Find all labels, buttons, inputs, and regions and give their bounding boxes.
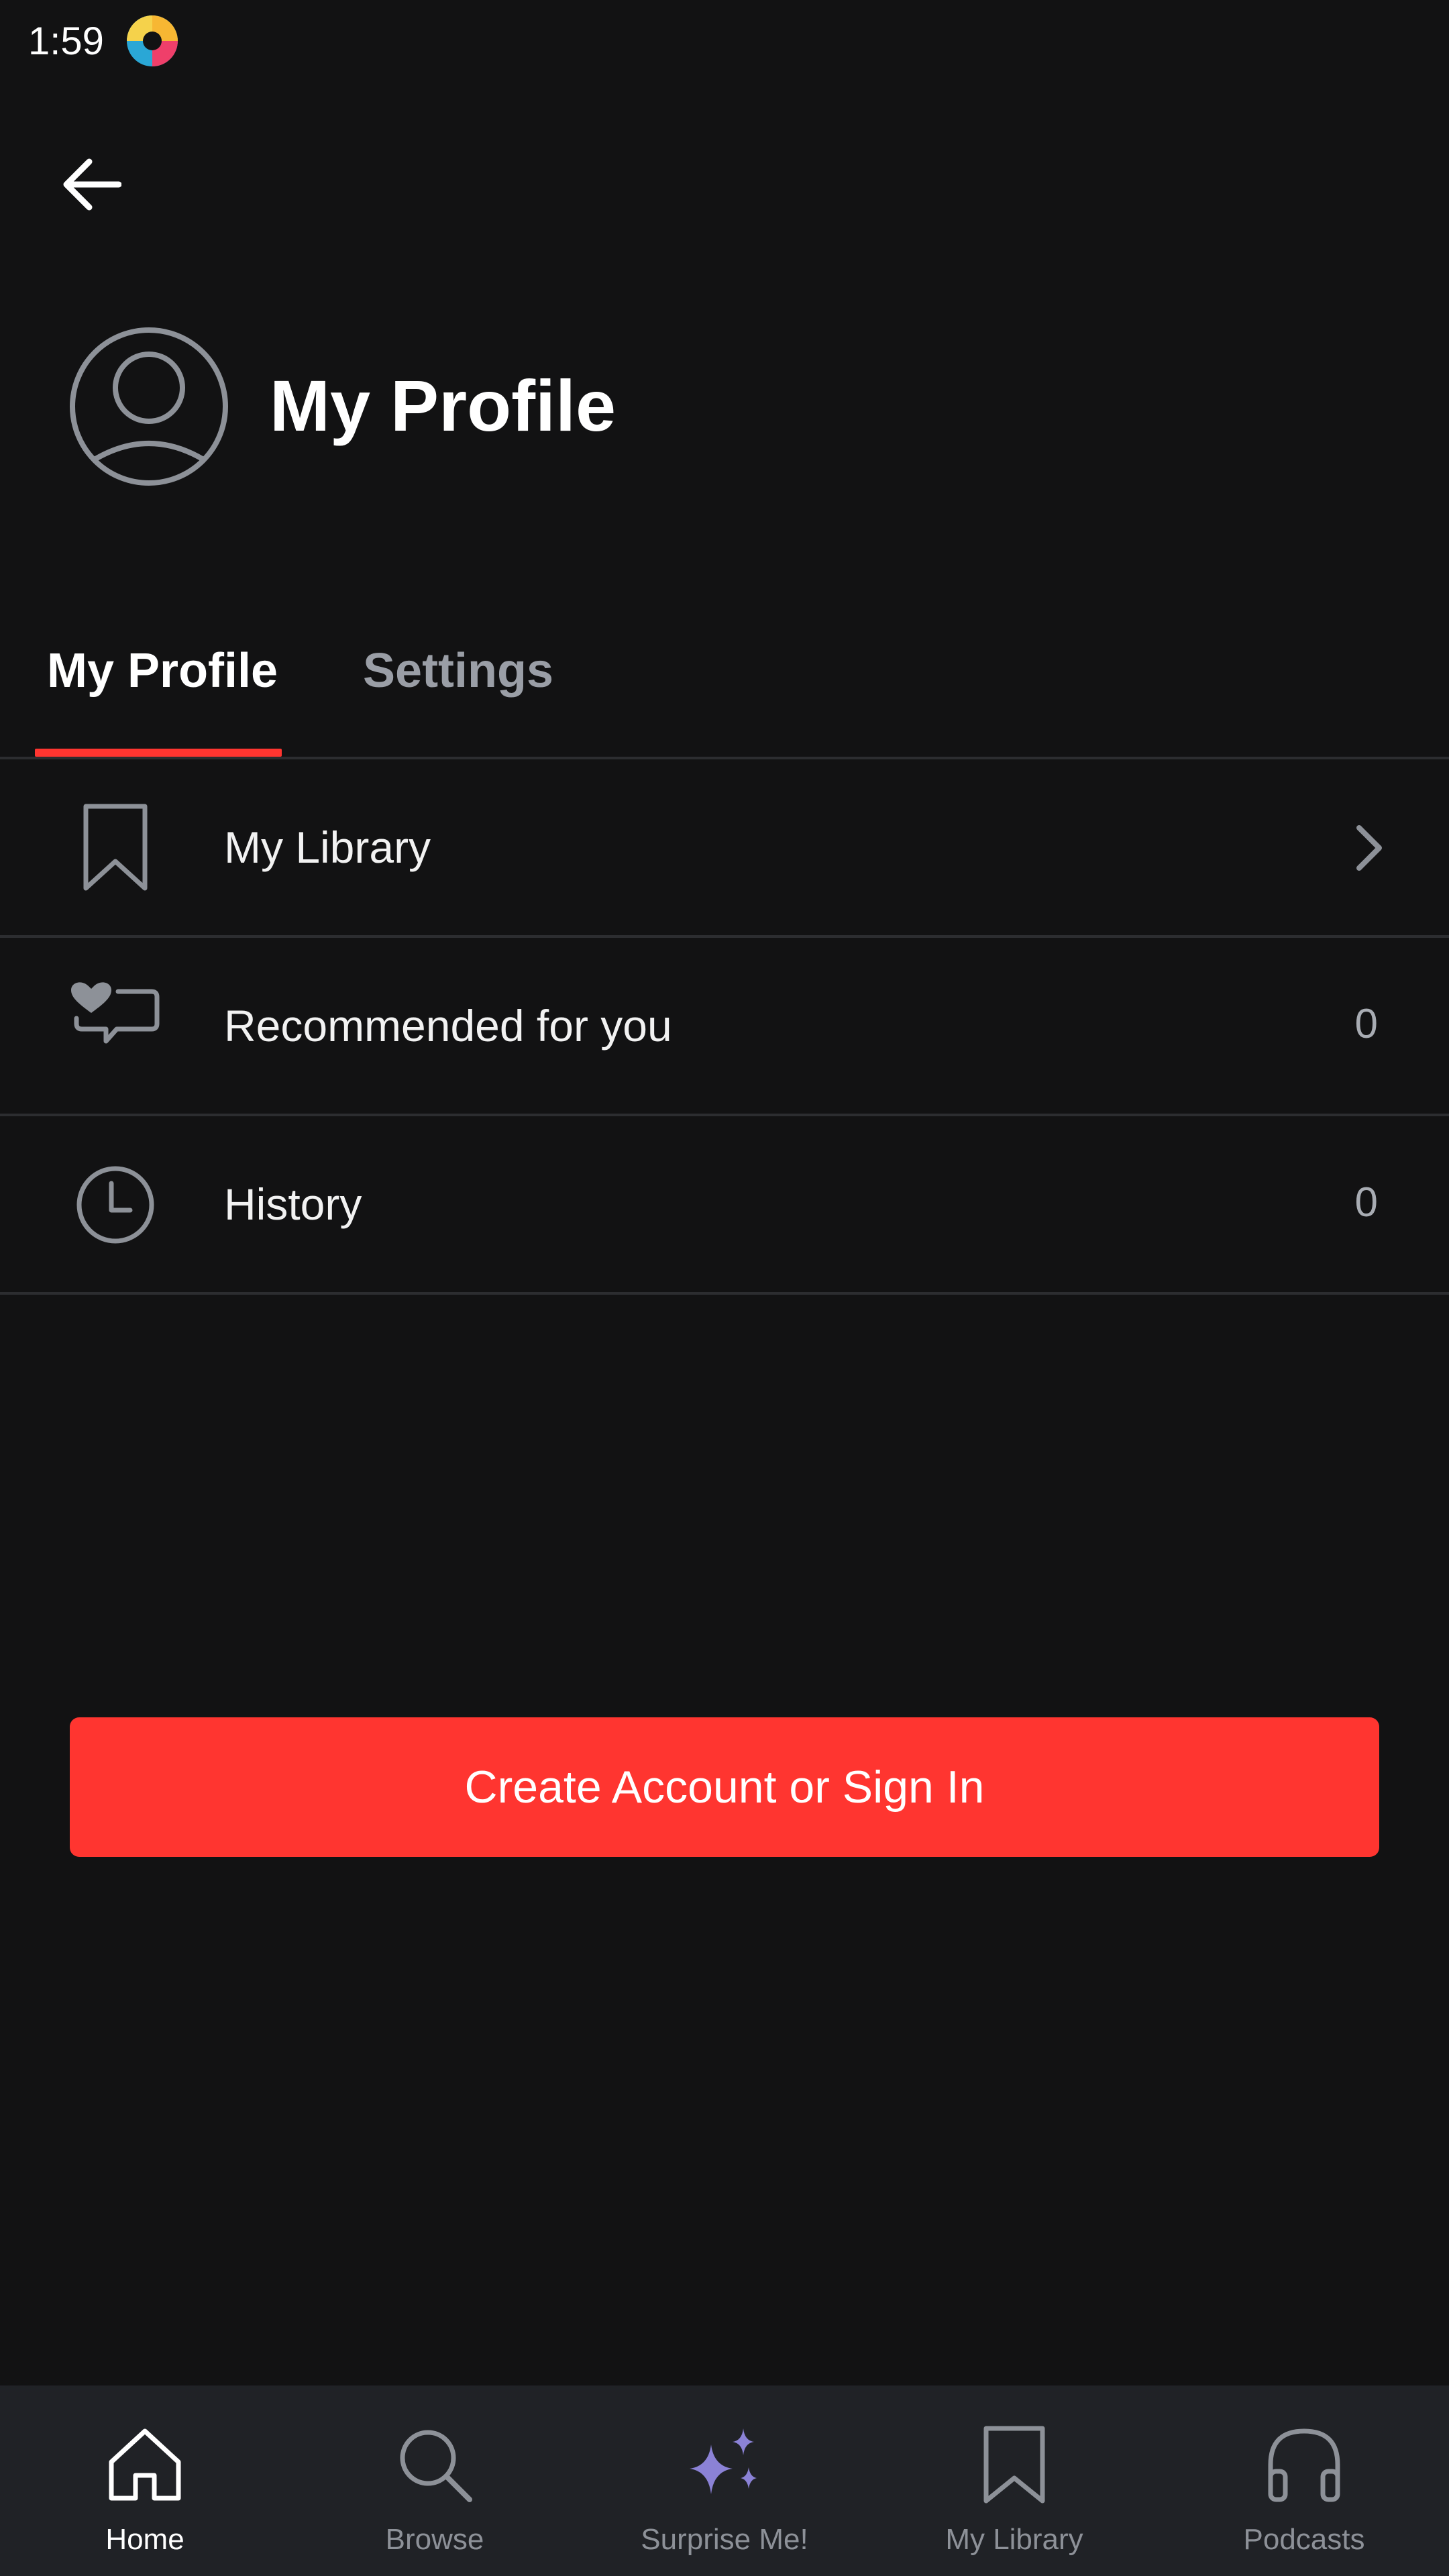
back-button[interactable] [47,141,134,228]
user-avatar-icon [68,326,229,487]
nav-label: Surprise Me! [641,2523,808,2556]
list-item-label: My Library [224,822,431,872]
heart-chat-icon [67,978,164,1075]
chevron-right-icon [1344,821,1391,875]
page-title: My Profile [270,365,616,446]
tab-settings[interactable]: Settings [363,637,553,704]
status-time: 1:59 [28,19,104,63]
create-account-button[interactable]: Create Account or Sign In [70,1717,1379,1857]
list-item-label: Recommended for you [224,1001,672,1051]
bookmark-icon [974,2424,1055,2505]
nav-home[interactable]: Home [0,2385,290,2576]
list-item-label: History [224,1179,362,1229]
recommended-count: 0 [1354,1001,1378,1047]
list-item-my-library[interactable]: My Library [0,759,1449,935]
home-icon [105,2424,185,2505]
nav-surprise-me[interactable]: Surprise Me! [580,2385,869,2576]
nav-my-library[interactable]: My Library [869,2385,1159,2576]
nav-label: Home [105,2523,184,2556]
clock-icon [67,1157,164,1253]
colorful-app-icon [125,13,180,68]
bottom-nav: Home Browse Surprise Me! My Library Podc… [0,2385,1449,2576]
nav-label: Podcasts [1243,2523,1365,2556]
search-icon [394,2424,475,2505]
bookmark-icon [67,800,164,896]
list-item-history[interactable]: History 0 [0,1116,1449,1292]
nav-podcasts[interactable]: Podcasts [1159,2385,1449,2576]
active-tab-indicator [35,749,282,757]
arrow-left-icon [63,158,121,211]
tab-my-profile[interactable]: My Profile [47,637,278,704]
nav-label: My Library [945,2523,1083,2556]
headphones-icon [1264,2424,1344,2505]
sparkles-icon [684,2424,765,2505]
list-item-recommended[interactable]: Recommended for you 0 [0,938,1449,1114]
nav-browse[interactable]: Browse [290,2385,580,2576]
history-count: 0 [1354,1179,1378,1226]
nav-label: Browse [385,2523,484,2556]
row-divider [0,1292,1449,1295]
